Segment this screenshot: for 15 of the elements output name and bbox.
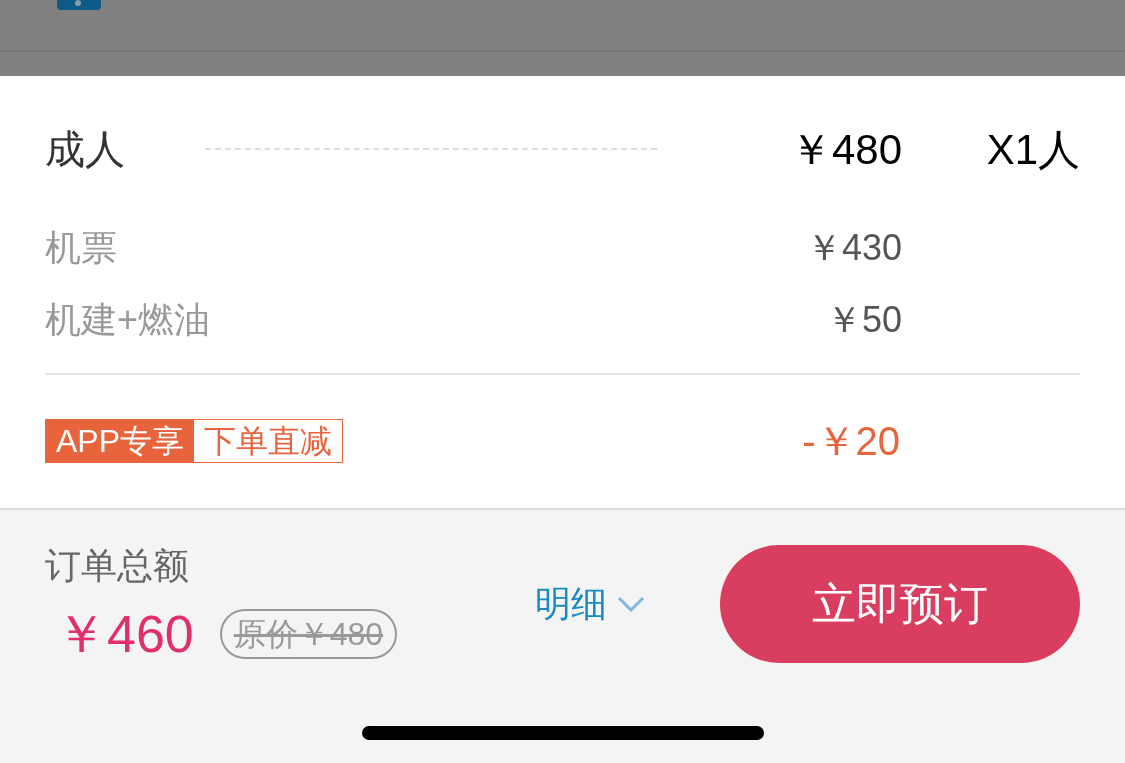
quantity: X1人 bbox=[985, 124, 1080, 175]
app-icon bbox=[57, 0, 101, 10]
total-price: ￥460 bbox=[54, 604, 194, 665]
promo-badge: APP专享 下单直减 bbox=[45, 419, 344, 464]
total-label: 订单总额 bbox=[45, 544, 190, 588]
price: ￥480 bbox=[789, 124, 902, 175]
details-toggle[interactable]: 明细 bbox=[535, 577, 645, 631]
book-now-button[interactable]: 立即预订 bbox=[720, 545, 1080, 663]
original-price: 原价￥480 bbox=[219, 609, 398, 659]
passenger-type: 成人 bbox=[45, 126, 126, 174]
discount-amount: -￥20 bbox=[802, 418, 900, 466]
fee-label: 机票 bbox=[45, 225, 117, 270]
fee-price: ￥50 bbox=[825, 297, 902, 342]
fee-label: 机建+燃油 bbox=[45, 297, 211, 342]
fee-price: ￥430 bbox=[805, 225, 902, 270]
